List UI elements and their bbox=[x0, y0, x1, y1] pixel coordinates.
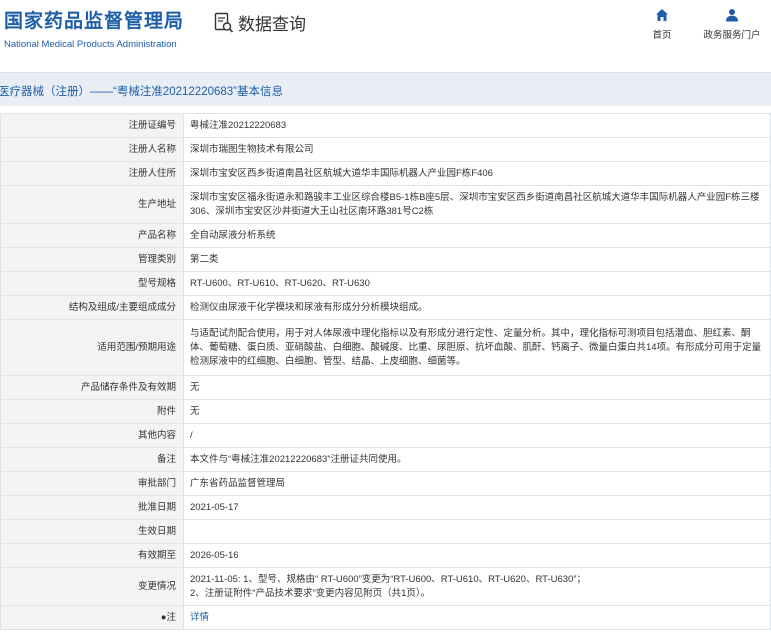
record-detail-table: 注册证编号 粤械注准20212220683 注册人名称 深圳市瑞图生物技术有限公… bbox=[0, 113, 771, 630]
table-row: 注册人住所 深圳市宝安区西乡街道南昌社区航城大道华丰国际机器人产业园F栋F406 bbox=[0, 161, 771, 186]
details-link[interactable]: 详情 bbox=[190, 612, 209, 623]
row-label: 产品名称 bbox=[0, 223, 184, 248]
row-label: 附件 bbox=[0, 399, 184, 424]
row-label: 产品储存条件及有效期 bbox=[0, 375, 184, 400]
row-label: 生产地址 bbox=[0, 185, 184, 224]
row-value: 本文件与“粤械注准20212220683”注册证共同使用。 bbox=[183, 447, 771, 472]
row-value: 全自动尿液分析系统 bbox=[183, 223, 771, 248]
table-row: 型号规格 RT-U600、RT-U610、RT-U620、RT-U630 bbox=[0, 271, 771, 296]
row-label: ●注 bbox=[0, 605, 184, 630]
table-row: ●注 详情 bbox=[0, 605, 771, 630]
row-value: 广东省药品监督管理局 bbox=[183, 471, 771, 496]
table-row: 注册证编号 粤械注准20212220683 bbox=[0, 113, 771, 138]
row-label: 结构及组成/主要组成成分 bbox=[0, 295, 184, 320]
table-row: 结构及组成/主要组成成分 检测仪由尿液干化学模块和尿液有形成分分析模块组成。 bbox=[0, 295, 771, 320]
table-row: 其他内容 / bbox=[0, 423, 771, 448]
nav-gov-service[interactable]: 政务服务门户 bbox=[700, 8, 764, 41]
table-row: 适用范围/预期用途 与适配试剂配合使用，用于对人体尿液中理化指标以及有形成分进行… bbox=[0, 319, 771, 376]
row-label: 有效期至 bbox=[0, 543, 184, 568]
table-row: 注册人名称 深圳市瑞图生物技术有限公司 bbox=[0, 137, 771, 162]
row-value: 无 bbox=[183, 399, 771, 424]
data-query-heading: 数据查询 bbox=[214, 10, 306, 35]
document-search-icon bbox=[214, 12, 234, 33]
nav-home-label: 首页 bbox=[652, 30, 672, 41]
table-row: 附件 无 bbox=[0, 399, 771, 424]
record-title-bar: 医疗器械（注册）——“粤械注准20212220683”基本信息 bbox=[0, 72, 771, 106]
row-value: 粤械注准20212220683 bbox=[183, 113, 771, 138]
home-icon bbox=[656, 9, 668, 21]
row-value: 深圳市瑞图生物技术有限公司 bbox=[183, 137, 771, 162]
row-value: 检测仪由尿液干化学模块和尿液有形成分分析模块组成。 bbox=[183, 295, 771, 320]
data-query-label: 数据查询 bbox=[238, 15, 306, 35]
row-value: 与适配试剂配合使用，用于对人体尿液中理化指标以及有形成分进行定性、定量分析。其中… bbox=[183, 319, 771, 376]
row-label: 批准日期 bbox=[0, 495, 184, 520]
table-row: 生效日期 bbox=[0, 519, 771, 544]
row-value: 2021-05-17 bbox=[183, 495, 771, 520]
row-value: 2026-05-16 bbox=[183, 543, 771, 568]
row-label: 生效日期 bbox=[0, 519, 184, 544]
nav-gov-label: 政务服务门户 bbox=[703, 30, 761, 41]
site-header: 国家药品监督管理局 National Medical Products Admi… bbox=[0, 0, 771, 62]
row-label: 审批部门 bbox=[0, 471, 184, 496]
row-value bbox=[183, 519, 771, 544]
row-label: 其他内容 bbox=[0, 423, 184, 448]
row-label: 变更情况 bbox=[0, 567, 184, 606]
user-icon bbox=[726, 9, 738, 22]
row-value: / bbox=[183, 423, 771, 448]
table-row: 审批部门 广东省药品监督管理局 bbox=[0, 471, 771, 496]
row-label: 适用范围/预期用途 bbox=[0, 319, 184, 376]
row-label: 备注 bbox=[0, 447, 184, 472]
table-row: 有效期至 2026-05-16 bbox=[0, 543, 771, 568]
table-row: 备注 本文件与“粤械注准20212220683”注册证共同使用。 bbox=[0, 447, 771, 472]
record-title: 医疗器械（注册）——“粤械注准20212220683”基本信息 bbox=[0, 86, 284, 98]
row-value: RT-U600、RT-U610、RT-U620、RT-U630 bbox=[183, 271, 771, 296]
table-row: 批准日期 2021-05-17 bbox=[0, 495, 771, 520]
row-value: 深圳市宝安区西乡街道南昌社区航城大道华丰国际机器人产业园F栋F406 bbox=[183, 161, 771, 186]
change-line-1: 2021-11-05: 1、型号、规格由“ RT-U600”变更为“RT-U60… bbox=[190, 573, 586, 585]
site-logo[interactable]: 国家药品监督管理局 National Medical Products Admi… bbox=[4, 6, 184, 50]
row-value: 无 bbox=[183, 375, 771, 400]
nav-home[interactable]: 首页 bbox=[647, 8, 677, 41]
row-value: 详情 bbox=[183, 605, 771, 630]
row-label: 注册人住所 bbox=[0, 161, 184, 186]
logo-en-text: National Medical Products Administration bbox=[4, 39, 177, 50]
row-value: 第二类 bbox=[183, 247, 771, 272]
table-row: 管理类别 第二类 bbox=[0, 247, 771, 272]
table-row: 产品名称 全自动尿液分析系统 bbox=[0, 223, 771, 248]
table-row: 生产地址 深圳市宝安区福永街道永和路骏丰工业区综合楼B5-1栋B座5层、深圳市宝… bbox=[0, 185, 771, 224]
row-label: 注册证编号 bbox=[0, 113, 184, 138]
row-value: 深圳市宝安区福永街道永和路骏丰工业区综合楼B5-1栋B座5层、深圳市宝安区西乡街… bbox=[183, 185, 771, 224]
logo-cn-text: 国家药品监督管理局 bbox=[4, 10, 185, 32]
change-line-2: 2、注册证附件“产品技术要求”变更内容见附页（共1页）。 bbox=[190, 587, 431, 599]
row-label: 管理类别 bbox=[0, 247, 184, 272]
row-label: 注册人名称 bbox=[0, 137, 184, 162]
row-value: 2021-11-05: 1、型号、规格由“ RT-U600”变更为“RT-U60… bbox=[183, 567, 771, 606]
row-label: 型号规格 bbox=[0, 271, 184, 296]
table-row: 产品储存条件及有效期 无 bbox=[0, 375, 771, 400]
table-row: 变更情况 2021-11-05: 1、型号、规格由“ RT-U600”变更为“R… bbox=[0, 567, 771, 606]
